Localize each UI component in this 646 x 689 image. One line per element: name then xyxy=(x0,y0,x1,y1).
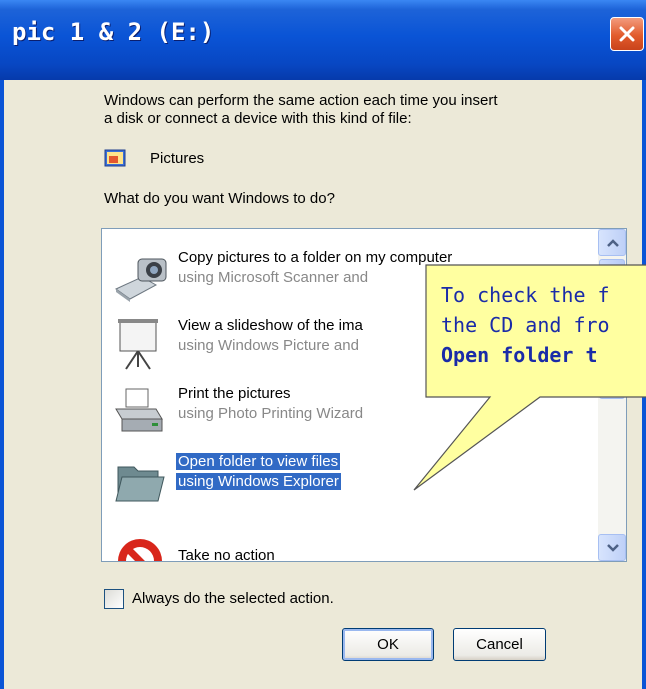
camera-scanner-icon xyxy=(115,258,167,302)
action-item-no-action[interactable]: Take no action xyxy=(102,517,602,562)
question-label: What do you want Windows to do? xyxy=(104,190,335,207)
action-title: Open folder to view files xyxy=(176,453,341,470)
action-title: Copy pictures to a folder on my computer xyxy=(178,249,453,266)
action-list-scrollbar[interactable] xyxy=(598,229,626,561)
action-title: View a slideshow of the ima xyxy=(178,317,363,334)
always-do-label: Always do the selected action. xyxy=(132,590,334,607)
action-item-open-folder[interactable]: Open folder to view files using Windows … xyxy=(102,449,602,511)
pictures-icon xyxy=(104,149,126,167)
no-action-icon xyxy=(118,539,162,561)
action-subtitle: using Photo Printing Wizard xyxy=(178,405,364,422)
callout-line-2: the CD and fro xyxy=(441,313,610,337)
chevron-up-icon xyxy=(607,239,619,247)
action-title: Take no action xyxy=(178,547,275,562)
ok-button[interactable]: OK xyxy=(342,628,434,661)
printer-icon xyxy=(115,388,163,432)
window-border-right xyxy=(642,80,646,689)
intro-line-1: Windows can perform the same action each… xyxy=(104,92,498,109)
callout-text: To check the f the CD and fro Open folde… xyxy=(441,280,646,370)
window-border-left xyxy=(0,80,4,689)
content-type-label: Pictures xyxy=(150,150,205,167)
chevron-down-icon xyxy=(607,544,619,552)
close-button[interactable] xyxy=(610,17,644,51)
intro-line-2: a disk or connect a device with this kin… xyxy=(104,110,412,127)
window-title: pic 1 & 2 (E:) xyxy=(12,18,215,46)
callout-line-3: Open folder t xyxy=(441,343,598,367)
close-x-icon xyxy=(619,26,635,42)
action-list[interactable]: Copy pictures to a folder on my computer… xyxy=(101,228,627,562)
scroll-down-button[interactable] xyxy=(598,534,626,561)
action-title: Print the pictures xyxy=(178,385,291,402)
action-subtitle: using Windows Picture and xyxy=(178,337,359,354)
action-subtitle: using Windows Explorer xyxy=(176,473,341,490)
cancel-button[interactable]: Cancel xyxy=(453,628,546,661)
action-item-print[interactable]: Print the pictures using Photo Printing … xyxy=(102,381,602,443)
projector-screen-icon xyxy=(118,319,158,370)
scroll-up-button[interactable] xyxy=(598,229,626,256)
action-subtitle: using Microsoft Scanner and xyxy=(178,269,369,286)
title-bar: pic 1 & 2 (E:) xyxy=(0,0,646,80)
autoplay-dialog: pic 1 & 2 (E:) Windows can perform the s… xyxy=(0,0,646,689)
folder-icon xyxy=(115,466,165,502)
callout-line-1: To check the f xyxy=(441,283,610,307)
always-do-checkbox[interactable] xyxy=(104,589,124,609)
